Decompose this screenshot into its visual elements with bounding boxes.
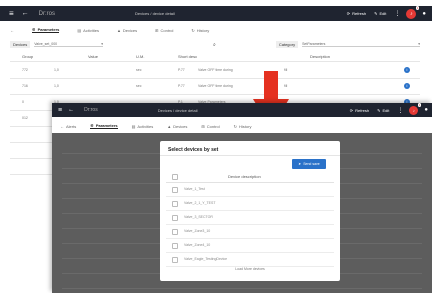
- refresh-button[interactable]: ⟳ Refresh: [350, 108, 369, 113]
- search-icon[interactable]: ⌕: [213, 42, 216, 48]
- notification-bell[interactable]: ♪ 1: [406, 5, 420, 19]
- info-icon[interactable]: i: [404, 83, 410, 89]
- list-item[interactable]: Valve_Zone3_10: [166, 225, 334, 239]
- app-logo: Dr:ros: [84, 107, 98, 113]
- tab-parameters[interactable]: ⚟ Parameters: [32, 27, 60, 33]
- front-header: ≡ ← Dr:ros Devices / device detail ⟳ Ref…: [52, 102, 432, 117]
- notification-badge: 1: [415, 5, 420, 10]
- tab-control[interactable]: ⊞ Control: [155, 28, 173, 33]
- notification-badge: 1: [417, 102, 422, 107]
- history-icon: ↻: [233, 123, 238, 129]
- more-icon[interactable]: ⋮: [397, 107, 403, 114]
- list-item[interactable]: Valve_Eagle_TestingDevice: [166, 253, 334, 267]
- modal-title: Select devices by set: [168, 147, 219, 153]
- filter-devices-label: Devices: [10, 41, 31, 48]
- device-select[interactable]: Valve_set_000 ▾: [34, 42, 104, 47]
- category-label: Category: [275, 41, 299, 48]
- bell-icon: ♪: [410, 10, 413, 17]
- device-icon: ▲: [116, 27, 121, 33]
- tab-devices[interactable]: ▲ Devices: [167, 124, 187, 129]
- info-icon[interactable]: i: [404, 67, 410, 73]
- notification-bell[interactable]: ♪ 1: [409, 102, 422, 115]
- sliders-icon: ⚟: [32, 27, 36, 32]
- send-save-button[interactable]: ➤ Send save: [292, 159, 326, 169]
- item-checkbox[interactable]: [172, 187, 178, 193]
- item-checkbox[interactable]: [172, 215, 178, 221]
- device-list: Valve_1_Test Valve_2_1_Y_TEST Valve_3_SE…: [166, 183, 334, 267]
- chevron-down-icon: ▾: [418, 42, 420, 46]
- history-icon: ↻: [191, 27, 195, 33]
- control-icon: ⊞: [155, 27, 159, 33]
- user-icon[interactable]: ●: [424, 107, 428, 113]
- column-header-device-description: Device description: [228, 174, 261, 179]
- edit-button[interactable]: ✎ Edit: [374, 11, 386, 16]
- filter-bar: Devices Valve_set_000 ▾ ⌕ Category SetPar…: [10, 40, 420, 49]
- arrow-left-icon: ←: [60, 123, 64, 129]
- bell-icon: ♪: [412, 107, 415, 113]
- edit-icon: ✎: [377, 107, 381, 113]
- back-arrow-icon[interactable]: ←: [22, 10, 29, 17]
- select-all-checkbox[interactable]: [172, 174, 178, 180]
- list-item[interactable]: Valve_1_Test: [166, 183, 334, 197]
- table-row[interactable]: 716 1,0 sec P.77 Valve OFF time during f…: [10, 79, 420, 95]
- app-logo: Dr:ros: [38, 10, 56, 17]
- sliders-icon: ⚟: [90, 123, 94, 128]
- refresh-icon: ⟳: [349, 107, 354, 113]
- edit-button[interactable]: ✎ Edit: [377, 108, 389, 113]
- refresh-icon: ⟳: [346, 11, 351, 16]
- device-icon: ▲: [167, 123, 172, 129]
- chevron-down-icon: ▾: [101, 42, 104, 46]
- more-icon[interactable]: ⋮: [394, 10, 400, 17]
- breadcrumb: Devices / device detail: [157, 107, 198, 113]
- load-more-link[interactable]: Load More devices: [160, 267, 340, 271]
- refresh-button[interactable]: ⟳ Refresh: [347, 11, 366, 16]
- list-item[interactable]: Valve_3_SECTOR: [166, 211, 334, 225]
- back-arrow-icon[interactable]: ←: [68, 107, 74, 113]
- send-icon: ➤: [298, 162, 302, 166]
- params-table-header: Group Value U.M. Short desc Description: [10, 54, 420, 62]
- tab-alerts[interactable]: ← Alerts: [60, 124, 76, 129]
- user-icon[interactable]: ●: [422, 11, 426, 17]
- back-header: ≡ ← Dr:ros Devices / device detail ⟳ Ref…: [0, 5, 432, 21]
- tab-parameters[interactable]: ⚟ Parameters: [90, 123, 118, 129]
- tab-activities[interactable]: ▤ Activities: [77, 28, 99, 33]
- activity-icon: ▤: [131, 123, 136, 129]
- list-item[interactable]: Valve_Zone4_10: [166, 239, 334, 253]
- device-list-header: Device description: [166, 173, 334, 183]
- item-checkbox[interactable]: [172, 257, 178, 263]
- menu-icon[interactable]: ≡: [58, 107, 62, 114]
- front-window: ≡ ← Dr:ros Devices / device detail ⟳ Ref…: [52, 102, 432, 293]
- table-row[interactable]: 772 1,0 sec P.77 Valve OFF time during f…: [10, 63, 420, 79]
- tab-activities[interactable]: ▤ Activities: [132, 124, 154, 129]
- menu-icon[interactable]: ≡: [9, 9, 14, 18]
- tab-devices[interactable]: ▲ Devices: [117, 28, 137, 33]
- tab-control[interactable]: ⊞ Control: [201, 124, 219, 129]
- tab-history[interactable]: ↻ History: [234, 124, 252, 129]
- back-nav-icon[interactable]: ←: [10, 28, 14, 33]
- edit-icon: ✎: [374, 11, 378, 16]
- list-item[interactable]: Valve_2_1_Y_TEST: [166, 197, 334, 211]
- item-checkbox[interactable]: [172, 201, 178, 207]
- category-select[interactable]: SetParameters ▾: [302, 42, 420, 47]
- select-devices-modal: Select devices by set ➤ Send save Device…: [160, 141, 340, 281]
- tab-history[interactable]: ↻ History: [191, 28, 209, 33]
- back-tabs: ← ⚟ Parameters ▤ Activities ▲ Devices ⊞ Cont…: [10, 25, 420, 35]
- modal-title-divider: [160, 155, 340, 156]
- item-checkbox[interactable]: [172, 229, 178, 235]
- control-icon: ⊞: [201, 123, 205, 129]
- breadcrumb: Devices / device detail: [135, 11, 175, 16]
- front-tabs: ← Alerts ⚟ Parameters ▤ Activities ▲ Devices…: [60, 121, 420, 131]
- activity-icon: ▤: [77, 27, 82, 33]
- item-checkbox[interactable]: [172, 243, 178, 249]
